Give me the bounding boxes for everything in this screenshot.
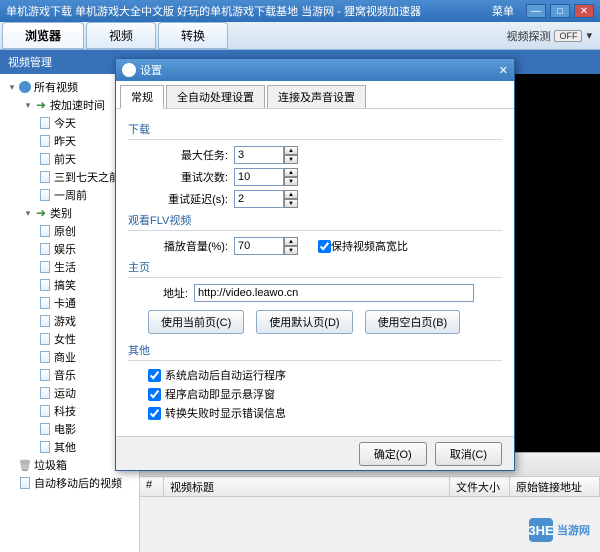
video-detect-label: 视频探测 <box>506 28 550 44</box>
minimize-button[interactable]: — <box>526 4 546 18</box>
doc-icon <box>40 117 50 129</box>
dialog-close-icon[interactable]: ✕ <box>499 64 508 77</box>
dropdown-icon: ▾ <box>586 29 592 42</box>
keep-ratio-checkbox[interactable] <box>318 240 331 253</box>
dialog-title: 设置 <box>140 62 499 78</box>
spin-down-icon[interactable]: ▼ <box>284 177 298 186</box>
use-current-button[interactable]: 使用当前页(C) <box>148 310 244 334</box>
dialog-footer: 确定(O) 取消(C) <box>116 436 514 470</box>
volume-label: 播放音量(%): <box>148 238 228 254</box>
globe-icon <box>19 81 31 93</box>
url-label: 地址: <box>148 285 188 301</box>
doc-icon <box>40 369 50 381</box>
doc-icon <box>40 315 50 327</box>
doc-icon <box>40 261 50 273</box>
keep-ratio-label: 保持视频高宽比 <box>331 238 408 254</box>
video-mgmt-label: 视频管理 <box>8 54 52 70</box>
doc-icon <box>40 387 50 399</box>
tab-video[interactable]: 视频 <box>86 22 156 49</box>
spin-down-icon[interactable]: ▼ <box>284 246 298 255</box>
retry-count-label: 重试次数: <box>148 169 228 185</box>
arrow-icon: ➜ <box>34 98 48 112</box>
arrow-icon: ➜ <box>34 206 48 220</box>
max-tasks-spinner[interactable]: ▲▼ <box>234 146 298 164</box>
app-icon <box>122 63 136 77</box>
col-size[interactable]: 文件大小 <box>450 477 510 496</box>
titlebar: 单机游戏下载 单机游戏大全中文版 好玩的单机游戏下载基地 当游网 - 狸窝视频加… <box>0 0 600 22</box>
col-title[interactable]: 视频标题 <box>164 477 450 496</box>
doc-icon <box>40 189 50 201</box>
doc-icon <box>40 243 50 255</box>
max-tasks-input[interactable] <box>234 146 284 164</box>
video-detect-toggle[interactable]: 视频探测 OFF ▾ <box>506 28 592 44</box>
tree-auto-moved[interactable]: 自动移动后的视频 <box>2 474 137 492</box>
spin-down-icon[interactable]: ▼ <box>284 155 298 164</box>
tab-browser[interactable]: 浏览器 <box>2 22 84 49</box>
doc-icon <box>40 171 50 183</box>
video-detect-state: OFF <box>554 30 582 42</box>
table-header: # 视频标题 文件大小 原始链接地址 <box>140 477 600 497</box>
doc-icon <box>20 477 30 489</box>
ok-button[interactable]: 确定(O) <box>359 442 427 466</box>
col-origin[interactable]: 原始链接地址 <box>510 477 600 496</box>
doc-icon <box>40 135 50 147</box>
home-section: 主页 <box>128 259 502 278</box>
volume-input[interactable] <box>234 237 284 255</box>
showerror-checkbox[interactable] <box>148 407 161 420</box>
use-blank-button[interactable]: 使用空白页(B) <box>365 310 461 334</box>
doc-icon <box>40 225 50 237</box>
autorun-checkbox[interactable] <box>148 369 161 382</box>
doc-icon <box>40 153 50 165</box>
doc-icon <box>40 279 50 291</box>
trash-icon: 🗑 <box>18 458 32 472</box>
watermark-icon: 3HE <box>529 518 553 542</box>
tab-convert[interactable]: 转换 <box>158 22 228 49</box>
floatwin-label: 程序启动即显示悬浮窗 <box>165 386 275 402</box>
volume-spinner[interactable]: ▲▼ <box>234 237 298 255</box>
doc-icon <box>40 351 50 363</box>
doc-icon <box>40 441 50 453</box>
homepage-url-input[interactable] <box>194 284 474 302</box>
window-controls: — □ ✕ <box>526 4 594 18</box>
spin-up-icon[interactable]: ▲ <box>284 146 298 155</box>
floatwin-checkbox[interactable] <box>148 388 161 401</box>
max-tasks-label: 最大任务: <box>148 147 228 163</box>
tab-conn[interactable]: 连接及声音设置 <box>267 85 366 108</box>
tab-general[interactable]: 常规 <box>120 85 164 109</box>
tab-auto[interactable]: 全自动处理设置 <box>166 85 265 108</box>
window-title: 单机游戏下载 单机游戏大全中文版 好玩的单机游戏下载基地 当游网 - 狸窝视频加… <box>6 3 492 19</box>
retry-count-input[interactable] <box>234 168 284 186</box>
close-button[interactable]: ✕ <box>574 4 594 18</box>
settings-dialog: 设置 ✕ 常规 全自动处理设置 连接及声音设置 下载 最大任务: ▲▼ 重试次数… <box>115 58 515 471</box>
use-default-button[interactable]: 使用默认页(D) <box>256 310 352 334</box>
spin-up-icon[interactable]: ▲ <box>284 168 298 177</box>
spin-down-icon[interactable]: ▼ <box>284 199 298 208</box>
dialog-titlebar: 设置 ✕ <box>116 59 514 81</box>
doc-icon <box>40 297 50 309</box>
doc-icon <box>40 423 50 435</box>
retry-delay-spinner[interactable]: ▲▼ <box>234 190 298 208</box>
dialog-body: 下载 最大任务: ▲▼ 重试次数: ▲▼ 重试延迟(s): ▲▼ 观看FLV视频… <box>116 109 514 436</box>
retry-delay-input[interactable] <box>234 190 284 208</box>
col-sharp[interactable]: # <box>140 477 164 496</box>
doc-icon <box>40 405 50 417</box>
spin-up-icon[interactable]: ▲ <box>284 190 298 199</box>
showerror-label: 转换失败时显示错误信息 <box>165 405 286 421</box>
watermark: 3HE 当游网 <box>529 518 590 542</box>
dialog-tabs: 常规 全自动处理设置 连接及声音设置 <box>116 81 514 109</box>
main-tabs-row: 浏览器 视频 转换 视频探测 OFF ▾ <box>0 22 600 50</box>
menu-button[interactable]: 菜单 <box>492 3 514 19</box>
autorun-label: 系统启动后自动运行程序 <box>165 367 286 383</box>
doc-icon <box>40 333 50 345</box>
watermark-text: 当游网 <box>557 522 590 538</box>
maximize-button[interactable]: □ <box>550 4 570 18</box>
other-section: 其他 <box>128 342 502 361</box>
flv-section: 观看FLV视频 <box>128 212 502 231</box>
download-section: 下载 <box>128 121 502 140</box>
retry-count-spinner[interactable]: ▲▼ <box>234 168 298 186</box>
retry-delay-label: 重试延迟(s): <box>148 191 228 207</box>
cancel-button[interactable]: 取消(C) <box>435 442 502 466</box>
spin-up-icon[interactable]: ▲ <box>284 237 298 246</box>
